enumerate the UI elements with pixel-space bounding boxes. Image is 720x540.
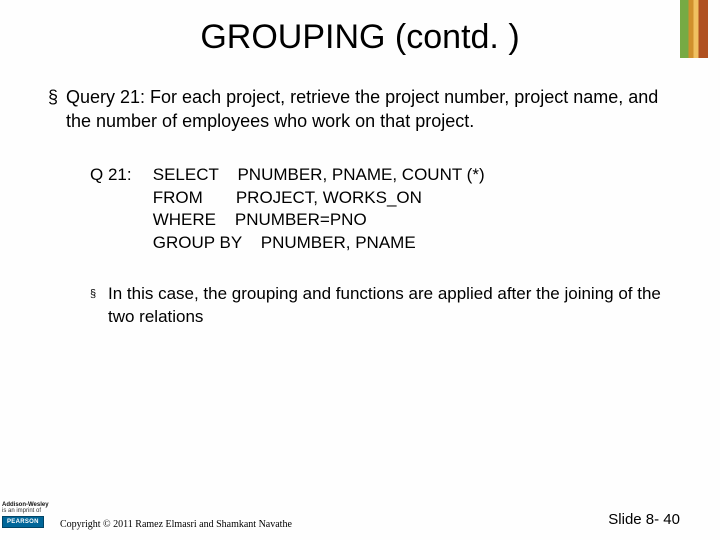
content-area: Query 21: For each project, retrieve the…	[0, 57, 720, 329]
bullet-item: Query 21: For each project, retrieve the…	[66, 85, 680, 134]
publisher-logo: Addison-Wesley is an imprint of PEARSON	[2, 502, 52, 528]
query-label: Q 21:	[90, 164, 148, 187]
copyright-text: Copyright © 2011 Ramez Elmasri and Shamk…	[60, 519, 292, 530]
imprint-text: is an imprint of	[2, 508, 52, 514]
slide-title: GROUPING (contd. )	[0, 0, 720, 57]
slide: GROUPING (contd. ) Query 21: For each pr…	[0, 0, 720, 540]
query-block: Q 21: SELECT PNUMBER, PNAME, COUNT (*) F…	[90, 164, 680, 256]
sub-bullet-list: In this case, the grouping and functions…	[48, 283, 680, 329]
sub-bullet-item: In this case, the grouping and functions…	[108, 283, 680, 329]
bullet-list: Query 21: For each project, retrieve the…	[48, 85, 680, 134]
corner-stripe	[680, 0, 708, 58]
footer: Addison-Wesley is an imprint of PEARSON …	[0, 506, 720, 540]
pearson-badge: PEARSON	[2, 516, 44, 528]
query-sql: SELECT PNUMBER, PNAME, COUNT (*) FROM PR…	[153, 164, 485, 256]
slide-number: Slide 8- 40	[608, 511, 680, 528]
